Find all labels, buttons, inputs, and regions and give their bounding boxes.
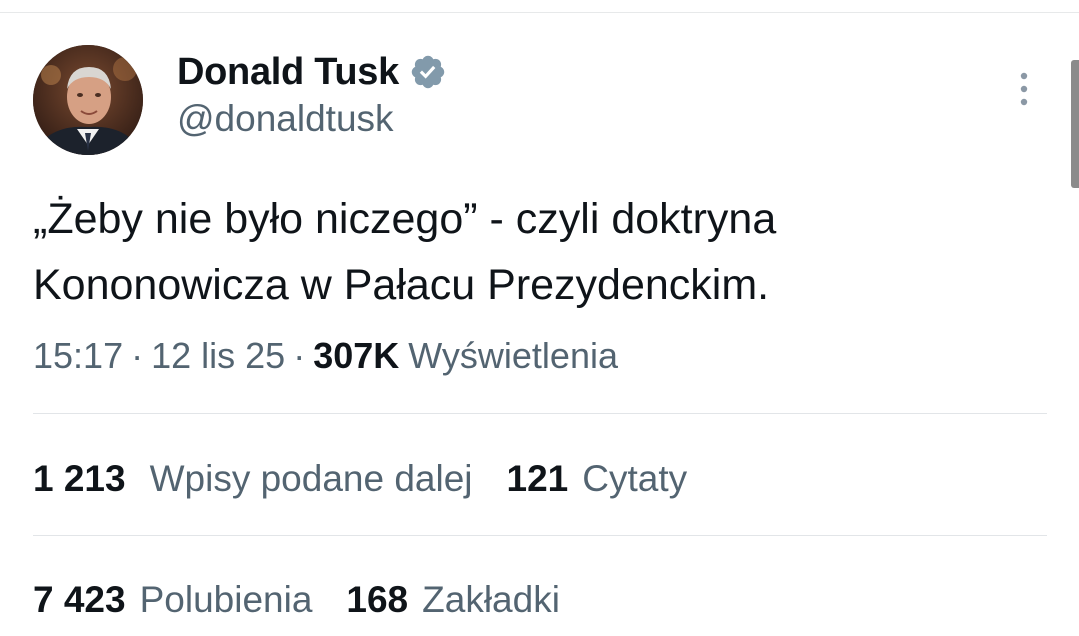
bookmarks-label: Zakładki (422, 579, 560, 620)
tweet-meta: 15:17 · 12 lis 25 · 307K Wyświetlenia (33, 332, 618, 380)
likes-label: Polubienia (139, 579, 313, 620)
divider (33, 535, 1047, 536)
top-divider (0, 12, 1079, 13)
stats-row-likes: 7 423 Polubienia 168 Zakładki (33, 575, 594, 625)
views-count: 307K (313, 335, 400, 376)
likes-count: 7 423 (33, 579, 126, 620)
reposts-label: Wpisy podane dalej (149, 458, 473, 499)
likes-stat[interactable]: 7 423 Polubienia (33, 579, 312, 621)
meta-separator: · (293, 335, 306, 376)
reposts-count: 1 213 (33, 458, 126, 499)
avatar-photo (33, 45, 143, 155)
tweet-time[interactable]: 15:17 (33, 335, 123, 377)
reposts-stat[interactable]: 1 213 Wpisy podane dalej (33, 458, 473, 500)
meta-separator: · (131, 335, 144, 376)
author-display-name[interactable]: Donald Tusk (177, 51, 399, 94)
views-label: Wyświetlenia (408, 335, 618, 376)
tweet-date[interactable]: 12 lis 25 (151, 335, 285, 377)
quotes-count: 121 (506, 458, 569, 499)
quotes-stat[interactable]: 121 Cytaty (507, 458, 688, 500)
author-handle[interactable]: @donaldtusk (177, 98, 394, 140)
verified-badge-icon[interactable] (409, 53, 447, 91)
quotes-label: Cytaty (582, 458, 688, 499)
divider (33, 413, 1047, 414)
tweet-detail-page: Donald Tusk @donaldtusk „Żeby nie było n… (0, 0, 1079, 636)
more-options-icon[interactable] (1014, 70, 1034, 110)
avatar[interactable] (33, 45, 143, 155)
stats-row-reposts: 1 213 Wpisy podane dalej 121 Cytaty (33, 454, 721, 504)
scrollbar[interactable] (1071, 60, 1079, 188)
bookmarks-count: 168 (346, 579, 409, 620)
tweet-text: „Żeby nie było niczego” - czyli doktryna… (33, 195, 777, 309)
author-name-row: Donald Tusk (177, 48, 447, 96)
bookmarks-stat[interactable]: 168 Zakładki (346, 579, 560, 621)
